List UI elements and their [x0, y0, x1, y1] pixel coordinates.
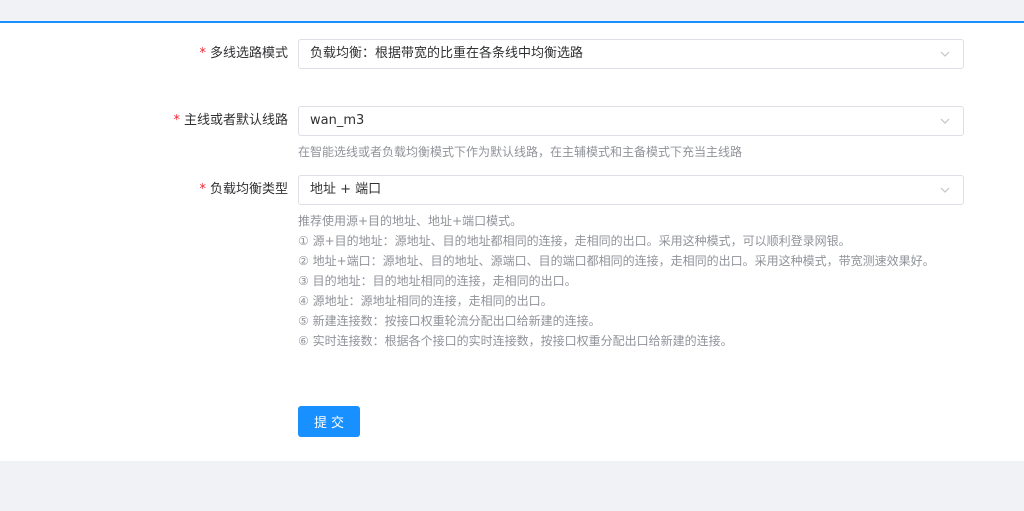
- balance-type-value: 地址 + 端口: [310, 182, 382, 197]
- default-line-label: * 主线或者默认线路: [173, 106, 288, 136]
- multiline-mode-value: 负载均衡：根据带宽的比重在各条线中均衡选路: [310, 46, 584, 61]
- required-mark: *: [199, 182, 206, 197]
- bottom-band: [0, 461, 1024, 511]
- chevron-down-icon: [940, 118, 950, 124]
- balance-type-hint-line: ⑥ 实时连接数：根据各个接口的实时连接数，按接口权重分配出口给新建的连接。: [298, 334, 733, 348]
- balance-type-select[interactable]: 地址 + 端口: [298, 175, 964, 205]
- balance-type-hint-line: ② 地址+端口：源地址、目的地址、源端口、目的端口都相同的连接，走相同的出口。采…: [298, 254, 935, 268]
- multiline-mode-label: * 多线选路模式: [199, 39, 288, 69]
- submit-button[interactable]: 提交: [298, 406, 360, 437]
- balance-type-hint-line: ① 源+目的地址：源地址、目的地址都相同的连接，走相同的出口。采用这种模式，可以…: [298, 234, 851, 248]
- chevron-down-icon: [940, 187, 950, 193]
- multiline-mode-label-text: 多线选路模式: [209, 46, 288, 61]
- balance-type-hint-line: 推荐使用源+目的地址、地址+端口模式。: [298, 214, 523, 228]
- balance-type-hint-line: ③ 目的地址：目的地址相同的连接，走相同的出口。: [298, 274, 577, 288]
- multiline-mode-select[interactable]: 负载均衡：根据带宽的比重在各条线中均衡选路: [298, 39, 964, 69]
- balance-type-hint-line: ⑤ 新建连接数：按接口权重轮流分配出口给新建的连接。: [298, 314, 601, 328]
- required-mark: *: [199, 46, 206, 61]
- default-line-value: wan_m3: [310, 113, 365, 128]
- balance-type-label: * 负载均衡类型: [199, 175, 288, 205]
- required-mark: *: [173, 113, 180, 128]
- default-line-label-text: 主线或者默认线路: [183, 113, 288, 128]
- default-line-hint: 在智能选线或者负载均衡模式下作为默认线路，在主辅模式和主备模式下充当主线路: [298, 145, 743, 159]
- top-band: [0, 0, 1024, 21]
- balance-type-hint-line: ④ 源地址：源地址相同的连接，走相同的出口。: [298, 294, 553, 308]
- chevron-down-icon: [940, 51, 950, 57]
- default-line-select[interactable]: wan_m3: [298, 106, 964, 136]
- balance-type-hints: 推荐使用源+目的地址、地址+端口模式。 ① 源+目的地址：源地址、目的地址都相同…: [298, 211, 968, 351]
- balance-type-label-text: 负载均衡类型: [209, 182, 288, 197]
